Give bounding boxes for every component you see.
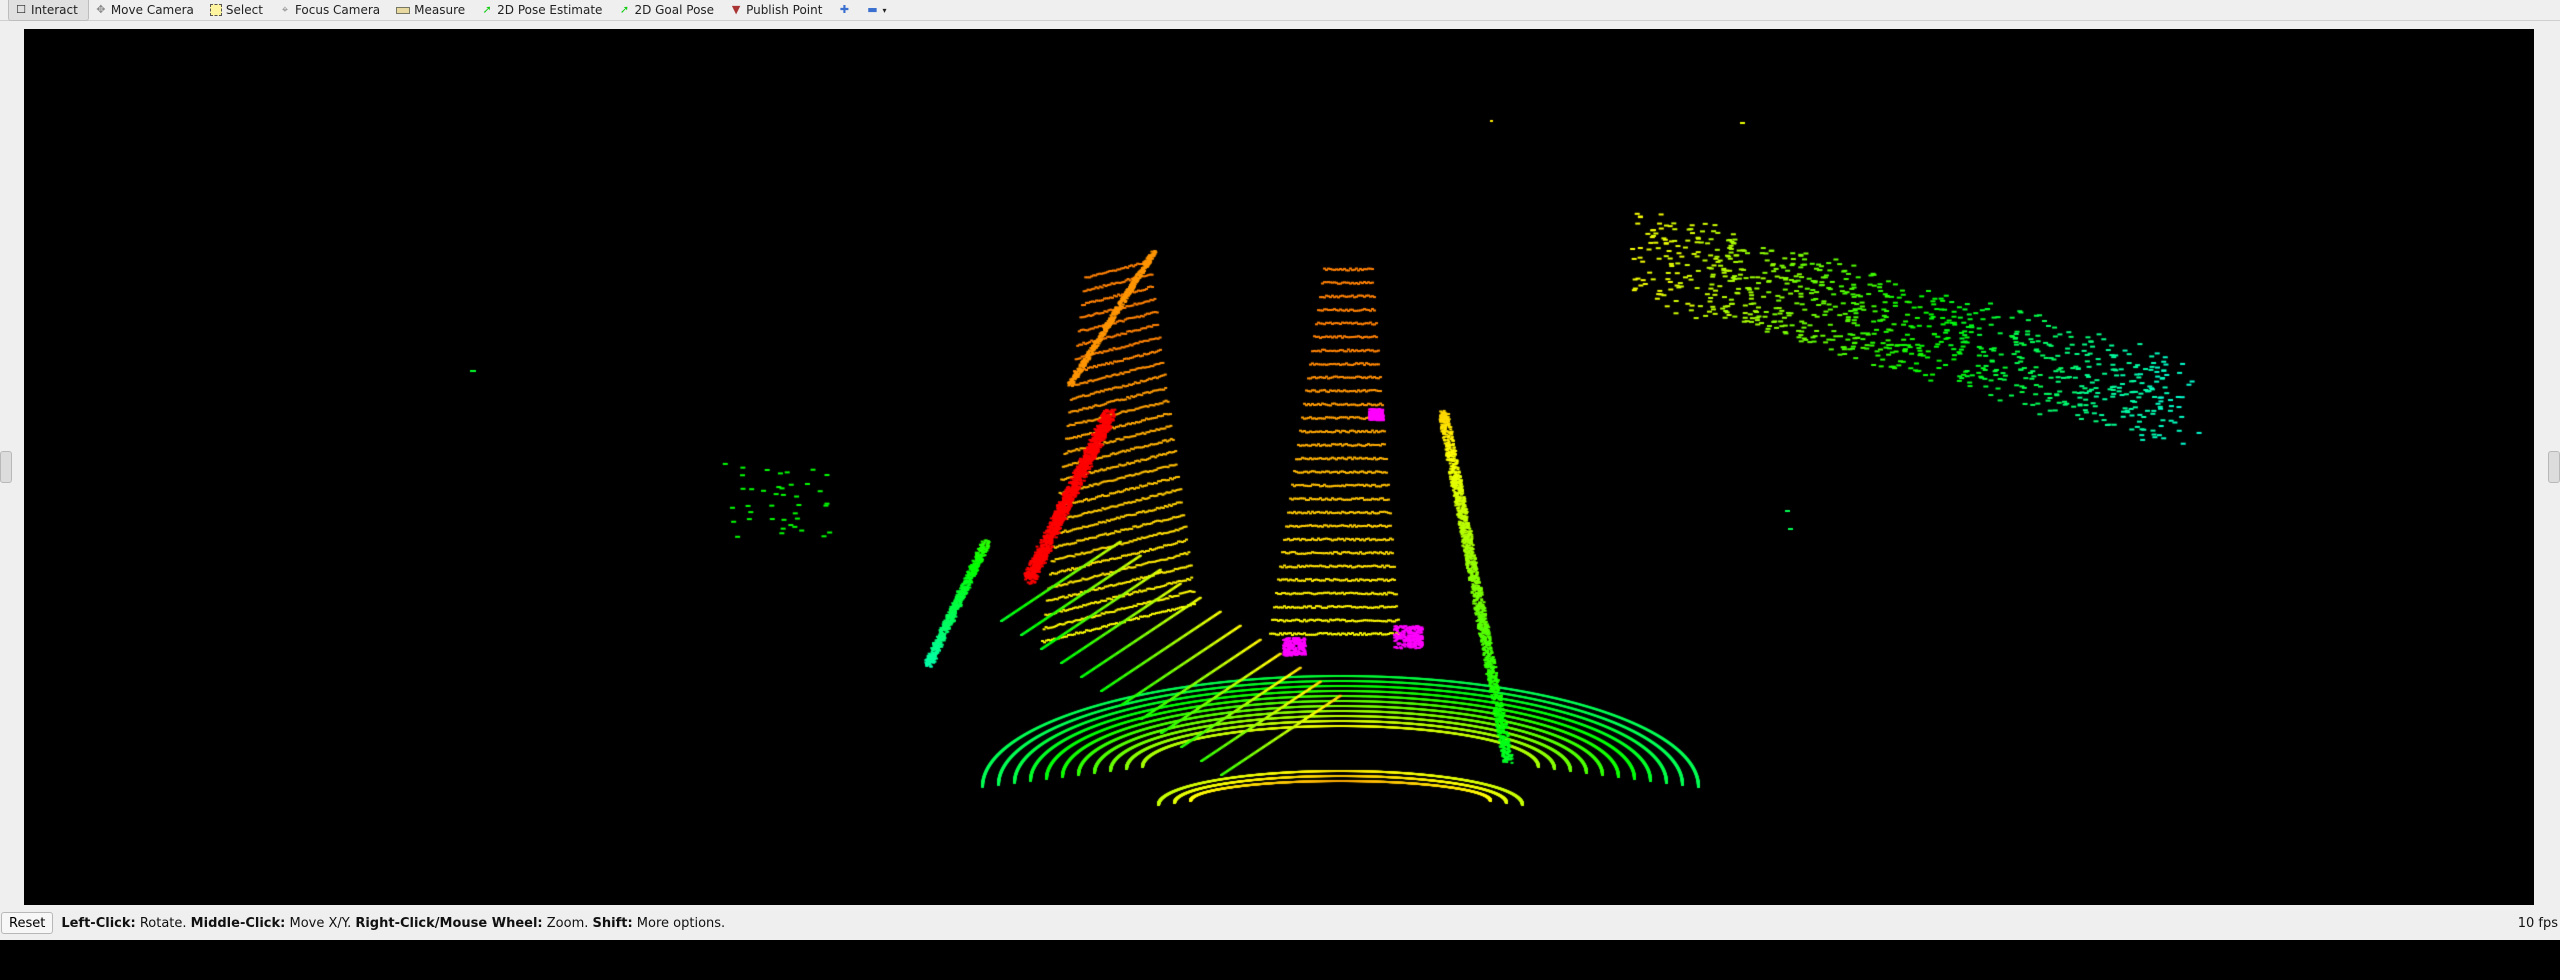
tool-select[interactable]: Select [204, 0, 273, 20]
tool-publish-point[interactable]: ▼ Publish Point [724, 0, 832, 20]
green-arrow-icon: ➚ [619, 3, 630, 16]
tool-2d-goal-pose[interactable]: ➚ 2D Goal Pose [612, 0, 724, 20]
plus-icon: ✚ [839, 3, 850, 16]
tool-move-camera[interactable]: ✥ Move Camera [89, 0, 204, 20]
3d-render-viewport[interactable] [24, 29, 2534, 905]
reset-button[interactable]: Reset [1, 912, 54, 934]
green-arrow-icon: ➚ [482, 3, 492, 16]
tool-2d-pose-estimate[interactable]: ➚ 2D Pose Estimate [475, 0, 612, 20]
fps-counter: 10 fps [2517, 915, 2558, 931]
chevron-down-icon: ▾ [882, 5, 887, 15]
cursor-icon: ☐ [16, 2, 26, 16]
status-bar: Reset Left-Click: Rotate. Middle-Click: … [0, 906, 2560, 940]
mouse-hint-text: Left-Click: Rotate. Middle-Click: Move X… [61, 915, 726, 931]
tool-focus-camera[interactable]: ⌖ Focus Camera [273, 0, 390, 20]
add-tool-button[interactable]: ✚ [832, 0, 860, 20]
right-panel-handle[interactable] [2548, 451, 2560, 483]
focus-icon: ⌖ [281, 3, 289, 16]
pin-icon: ▼ [731, 3, 741, 16]
move-icon: ✥ [96, 3, 106, 16]
tool-measure[interactable]: Measure [390, 0, 475, 20]
tool-interact[interactable]: ☐ Interact [8, 0, 89, 21]
minus-icon: ▬ [867, 3, 878, 16]
remove-tool-button[interactable]: ▬ ▾ [860, 0, 896, 20]
select-icon [209, 4, 222, 16]
left-panel-handle[interactable] [0, 451, 12, 483]
tools-toolbar: ☐ Interact ✥ Move Camera Select ⌖ Focus Cam… [0, 0, 2560, 21]
ruler-icon [396, 6, 411, 14]
point-cloud [24, 29, 2534, 905]
